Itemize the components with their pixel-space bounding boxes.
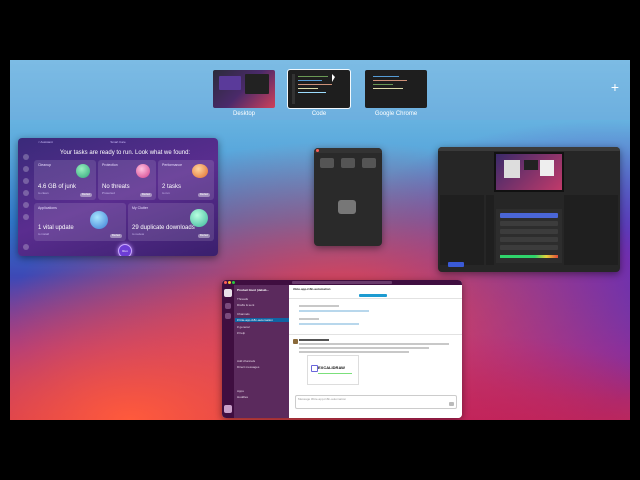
shield-icon xyxy=(136,164,150,178)
home-icon[interactable] xyxy=(225,303,231,309)
excalidraw-wordmark: EXCALIDRAW xyxy=(318,365,345,370)
review-button[interactable]: Review xyxy=(198,234,210,238)
sidebar-item-drafts[interactable]: Drafts & sent xyxy=(237,303,254,307)
date-divider xyxy=(289,334,462,335)
mission-control-spaces-bar: Desktop Code Google Chrome + xyxy=(10,60,630,120)
cleanmymac-window[interactable]: < Assistant Smart Care Your tasks are re… xyxy=(18,138,218,256)
sidebar-icon[interactable] xyxy=(23,166,29,172)
desktop-wallpaper: Desktop Code Google Chrome + < Assistant… xyxy=(10,60,630,420)
window-close-icon[interactable] xyxy=(316,149,319,152)
space-label-google-chrome: Google Chrome xyxy=(374,111,418,117)
space-thumb-google-chrome[interactable] xyxy=(365,70,427,108)
run-button[interactable]: Run xyxy=(118,244,132,256)
tool-icon[interactable] xyxy=(341,158,355,168)
message-line xyxy=(299,305,339,307)
sidebar-section-apps[interactable]: Apps xyxy=(237,389,244,393)
sidebar-item-threads[interactable]: Threads xyxy=(237,297,248,301)
review-button[interactable]: Review xyxy=(140,193,152,197)
obs-studio-window[interactable] xyxy=(438,147,620,272)
applications-icon xyxy=(90,211,108,229)
sidebar-item-help[interactable]: # help xyxy=(237,331,245,335)
performance-icon xyxy=(192,164,208,178)
tool-icon[interactable] xyxy=(362,158,376,168)
utility-app-window[interactable] xyxy=(314,148,382,246)
sidebar-icon[interactable] xyxy=(23,154,29,160)
card-protection[interactable]: Protection No threats Protected Review xyxy=(98,160,156,200)
excalidraw-logo-icon xyxy=(311,365,318,372)
sidebar-section-dms[interactable]: Direct messages xyxy=(237,365,259,369)
excalidraw-preview[interactable]: EXCALIDRAW xyxy=(307,355,359,385)
cleanup-icon xyxy=(76,164,90,178)
review-button[interactable]: Review xyxy=(80,193,92,197)
scenes-panel[interactable] xyxy=(440,195,484,265)
properties-panel[interactable] xyxy=(564,195,618,265)
install-button[interactable]: Review xyxy=(110,234,122,238)
slack-channel-view: #bite-app-i18n-automation EXCALIDRAW Mes… xyxy=(289,285,462,418)
window-zoom-icon[interactable] xyxy=(232,281,235,284)
message-line xyxy=(299,310,369,312)
controls-panel[interactable] xyxy=(496,209,562,263)
card-my-clutter[interactable]: My Clutter 29 duplicate downloads to rev… xyxy=(128,203,214,241)
preview-canvas xyxy=(494,152,564,192)
sidebar-item-huddles[interactable]: Huddles xyxy=(237,395,248,399)
tool-icon[interactable] xyxy=(320,158,334,168)
sidebar-icon[interactable] xyxy=(23,214,29,220)
sidebar-item-general[interactable]: # general xyxy=(237,325,250,329)
message-line xyxy=(299,343,449,345)
space-thumb-desktop[interactable] xyxy=(213,70,275,108)
sidebar-icon[interactable] xyxy=(23,190,29,196)
search-bar[interactable] xyxy=(292,281,392,284)
avatar[interactable] xyxy=(224,405,232,413)
message-input-placeholder: Message #bite-app-i18n-automation xyxy=(298,397,347,401)
tab-highlight[interactable] xyxy=(359,294,387,297)
message-line xyxy=(299,347,429,349)
dms-icon[interactable] xyxy=(225,313,231,319)
cmm-sidebar xyxy=(21,148,31,253)
window-minimize-icon[interactable] xyxy=(228,281,231,284)
sidebar-icon[interactable] xyxy=(23,244,29,250)
message-line xyxy=(299,318,319,320)
workspace-rail xyxy=(222,285,234,418)
preview-underline xyxy=(318,373,352,374)
card-cleanup[interactable]: Cleanup 4.6 GB of junk to clean Review xyxy=(34,160,96,200)
device-icon xyxy=(338,200,356,214)
send-icon[interactable] xyxy=(449,402,454,406)
sources-panel[interactable] xyxy=(486,195,494,265)
message-line xyxy=(299,351,409,353)
workspace-name[interactable]: Product Hunt (Jakub... xyxy=(237,288,269,292)
start-streaming-button[interactable] xyxy=(448,262,464,267)
card-performance[interactable]: Performance 2 tasks to run Review xyxy=(158,160,214,200)
window-close-icon[interactable] xyxy=(224,281,227,284)
cmm-heading: Your tasks are ready to run. Look what w… xyxy=(59,150,191,156)
sidebar-item-add-channels[interactable]: Add channels xyxy=(237,359,255,363)
add-space-icon[interactable]: + xyxy=(608,80,622,94)
sidebar-item-active-channel[interactable]: # bite-app-i18n-automation xyxy=(235,318,290,322)
message-line xyxy=(299,323,359,325)
review-button[interactable]: Review xyxy=(198,193,210,197)
mouse-cursor-icon xyxy=(332,74,335,82)
sidebar-icon[interactable] xyxy=(23,178,29,184)
card-applications[interactable]: Applications 1 vital update to install R… xyxy=(34,203,126,241)
clutter-icon xyxy=(190,209,208,227)
window-title: Smart Care xyxy=(110,140,126,144)
space-thumb-code[interactable] xyxy=(287,69,351,109)
message-input[interactable]: Message #bite-app-i18n-automation xyxy=(295,395,457,409)
message-line xyxy=(299,339,329,341)
sidebar-section-channels[interactable]: Channels xyxy=(237,312,250,316)
slack-sidebar: Product Hunt (Jakub... Threads Drafts & … xyxy=(234,285,290,418)
channel-tab-bar xyxy=(289,293,462,299)
avatar[interactable] xyxy=(293,339,298,344)
channel-title[interactable]: #bite-app-i18n-automation xyxy=(293,287,331,291)
sidebar-icon[interactable] xyxy=(23,202,29,208)
slack-window[interactable]: Product Hunt (Jakub... Threads Drafts & … xyxy=(222,280,462,418)
workspace-icon[interactable] xyxy=(224,289,232,297)
